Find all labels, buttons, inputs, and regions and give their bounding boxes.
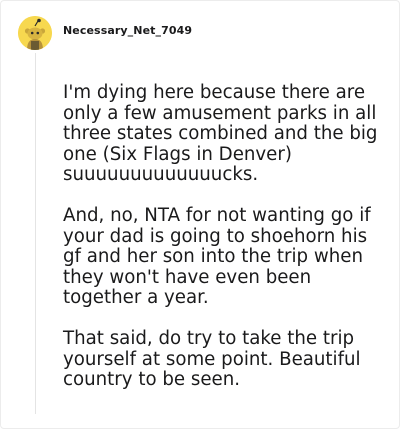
username[interactable]: Necessary_Net_7049 <box>63 24 192 37</box>
comment-body: I'm dying here because there are only a … <box>63 82 381 411</box>
thread-line[interactable] <box>35 53 36 414</box>
snoo-avatar-icon <box>18 16 52 50</box>
comment-paragraph: I'm dying here because there are only a … <box>63 82 378 185</box>
user-avatar-icon[interactable] <box>18 16 52 50</box>
comment-paragraph: That said, do try to take the trip yours… <box>63 328 361 390</box>
comment-paragraph: And, no, NTA for not wanting go if your … <box>63 205 371 308</box>
comment-card: Necessary_Net_7049 I'm dying here becaus… <box>0 0 400 429</box>
